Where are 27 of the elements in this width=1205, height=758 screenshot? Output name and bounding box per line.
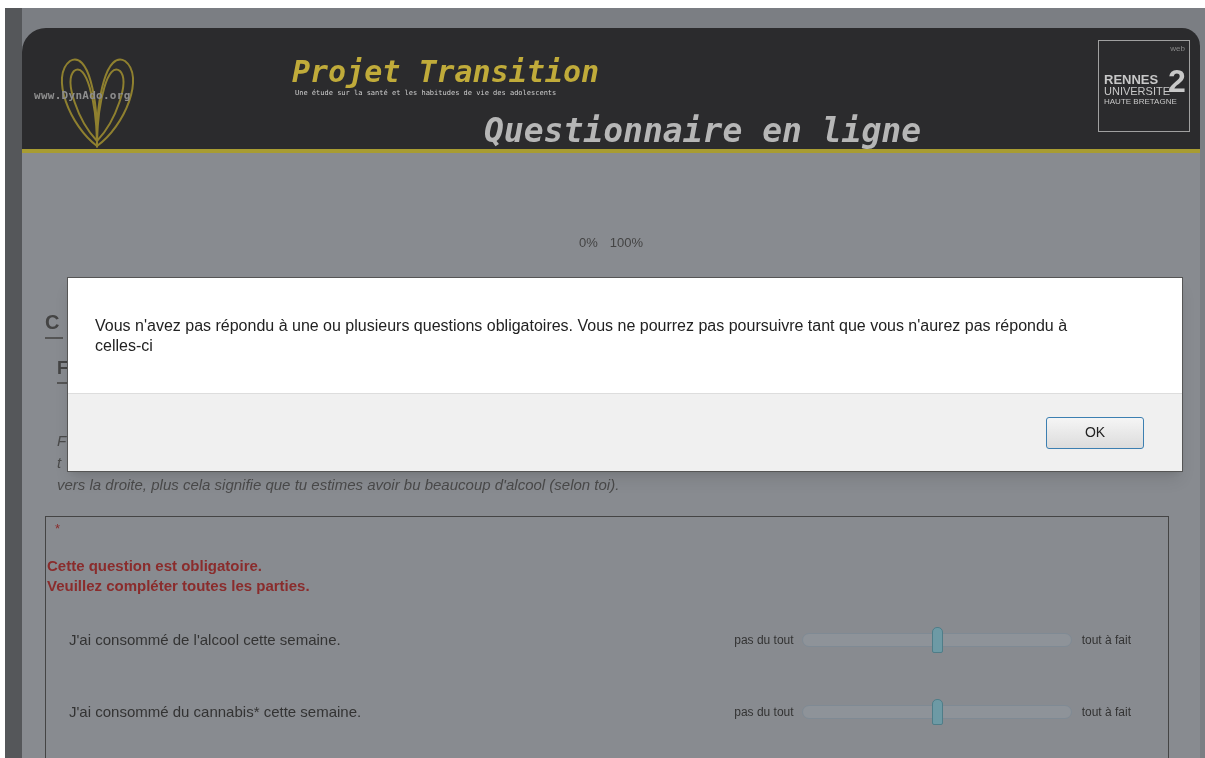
slider-max-label: tout à fait: [1081, 704, 1131, 721]
error-message: Cette question est obligatoire.: [47, 556, 264, 576]
logo-line: HAUTE BRETAGNE: [1104, 97, 1178, 107]
required-mark: *: [55, 519, 62, 538]
page-heading: Questionnaire en ligne: [484, 112, 923, 149]
progress-end-label: 100%: [609, 233, 643, 249]
site-title: Projet Transition: [292, 56, 601, 88]
slider-handle[interactable]: [931, 627, 943, 653]
question-statement: J'ai consommé de l'alcool cette semaine.: [69, 629, 342, 650]
section-heading: C: [45, 306, 64, 339]
instruction-text: F: [57, 430, 67, 451]
slider-max-label: tout à fait: [1081, 632, 1131, 649]
slider-min-label: pas du tout: [734, 632, 794, 649]
question-statement: J'ai consommé du cannabis* cette semaine.: [69, 701, 363, 722]
error-message: Veuillez compléter toutes les parties.: [47, 576, 311, 596]
logo-name: RENNES: [1104, 73, 1160, 86]
slider[interactable]: [801, 627, 1072, 653]
logo-corner-text: web: [1170, 43, 1185, 55]
slider-handle[interactable]: [931, 699, 943, 725]
progress-start-label: 0%: [578, 233, 598, 249]
logo-line: UNIVERSITE: [1104, 86, 1170, 97]
dialog-message: Vous n'avez pas répondu à une ou plusieurs questions obligatoires. Vous ne pourrez pas poursuivre tant que vous n'aurez pas répondu à celles-ci: [95, 316, 1069, 356]
ok-button[interactable]: OK: [1046, 416, 1144, 449]
instruction-text: t: [57, 452, 62, 473]
instruction-text: vers la droite, plus cela signifie que tu estimes avoir bu beaucoup d'alcool (selon toi).: [57, 474, 620, 495]
slider[interactable]: [801, 699, 1072, 725]
slider-min-label: pas du tout: [734, 704, 794, 721]
